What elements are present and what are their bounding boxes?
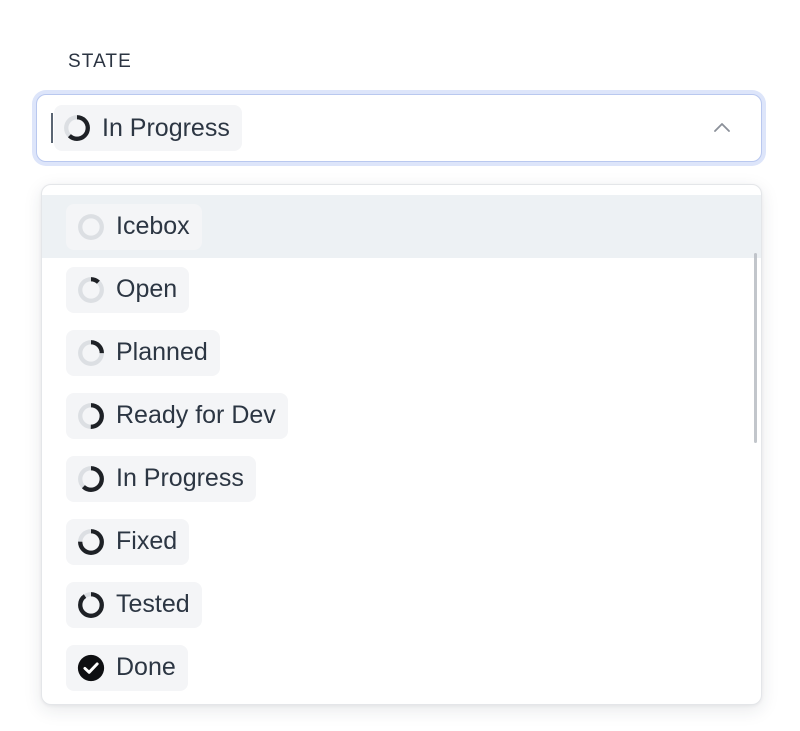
progress-ring-icon: [62, 113, 92, 143]
state-option-in-progress[interactable]: In Progress: [42, 447, 761, 510]
option-chip[interactable]: Tested: [66, 581, 202, 628]
option-chip[interactable]: Planned: [66, 329, 220, 376]
state-option-icebox[interactable]: Icebox: [42, 195, 761, 258]
state-option-ready-for-dev[interactable]: Ready for Dev: [42, 384, 761, 447]
option-label: Done: [116, 653, 176, 681]
progress-ring-icon: [76, 527, 106, 557]
state-option-tested[interactable]: Tested: [42, 573, 761, 636]
progress-ring-icon: [76, 212, 106, 242]
option-label: Planned: [116, 338, 208, 366]
progress-ring-icon: [76, 464, 106, 494]
option-label: Fixed: [116, 527, 178, 555]
state-option-open[interactable]: Open: [42, 258, 761, 321]
progress-ring-icon: [76, 590, 106, 620]
progress-ring-icon: [76, 275, 106, 305]
text-cursor-caret: [51, 113, 53, 143]
state-option-list: Icebox Open Planned Ready for Dev In Progres…: [42, 185, 761, 704]
chevron-up-icon[interactable]: [709, 115, 735, 141]
vertical-scrollbar[interactable]: [753, 191, 758, 698]
state-combobox[interactable]: In Progress: [36, 94, 762, 162]
option-chip[interactable]: Done: [66, 644, 188, 691]
state-option-done[interactable]: Done: [42, 636, 761, 699]
option-chip[interactable]: Ready for Dev: [66, 392, 288, 439]
combobox-value-area[interactable]: In Progress: [37, 95, 761, 161]
selected-state-chip[interactable]: In Progress: [54, 105, 242, 151]
option-chip[interactable]: Icebox: [66, 203, 202, 250]
option-chip[interactable]: In Progress: [66, 455, 256, 502]
option-chip[interactable]: Fixed: [66, 518, 190, 565]
option-label: Tested: [116, 590, 190, 618]
progress-ring-icon: [76, 338, 106, 368]
progress-ring-icon: [76, 401, 106, 431]
option-label: Open: [116, 275, 178, 303]
selected-state-label: In Progress: [102, 113, 230, 142]
field-label-state: STATE: [68, 51, 132, 72]
check-circle-filled-icon: [76, 653, 106, 683]
state-option-fixed[interactable]: Fixed: [42, 510, 761, 573]
option-label: In Progress: [116, 464, 244, 492]
scrollbar-thumb[interactable]: [754, 253, 757, 443]
option-label: Icebox: [116, 212, 190, 240]
state-option-planned[interactable]: Planned: [42, 321, 761, 384]
state-dropdown-panel: Icebox Open Planned Ready for Dev In Progres…: [41, 184, 762, 705]
option-chip[interactable]: Open: [66, 266, 190, 313]
option-label: Ready for Dev: [116, 401, 276, 429]
